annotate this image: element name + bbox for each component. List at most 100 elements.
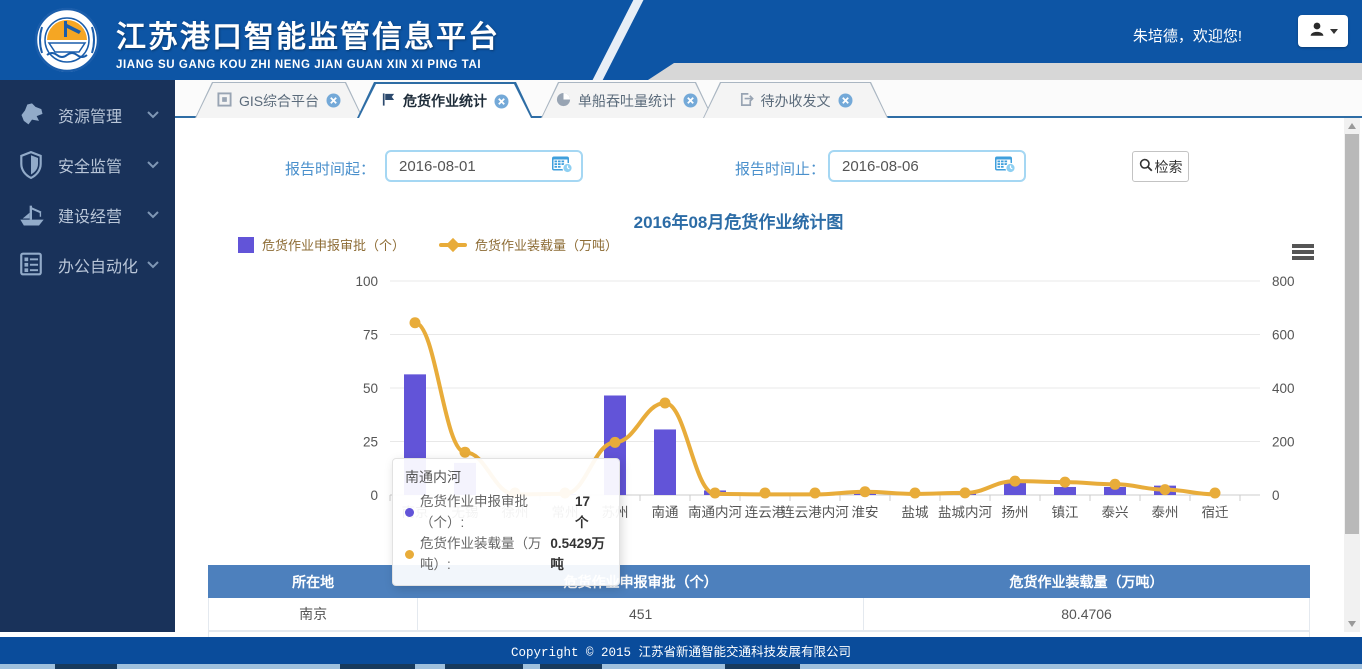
table-row: 南京45180.4706: [209, 598, 1310, 631]
user-menu-button[interactable]: [1298, 15, 1348, 47]
chevron-down-icon: [147, 206, 159, 224]
search-icon: [1139, 158, 1153, 175]
calendar-icon[interactable]: [994, 154, 1016, 179]
chart-line-point-盐城[interactable]: [910, 488, 921, 499]
chart-line-point-南通内河[interactable]: [710, 488, 721, 499]
chevron-down-icon: [147, 106, 159, 124]
chevron-down-icon: [147, 156, 159, 174]
table-header-cell: 危货作业装载量（万吨）: [864, 566, 1310, 598]
orange-dot-icon: [405, 550, 414, 559]
chart-line-point-苏州[interactable]: [610, 437, 621, 448]
close-icon[interactable]: [683, 93, 698, 108]
purple-dot-icon: [405, 508, 414, 517]
x-axis-label: 连云港内河: [781, 505, 849, 520]
chart-title: 2016年08月危货作业统计图: [175, 208, 1302, 233]
tab-bar: GIS综合平台 危货作业统计: [175, 80, 1362, 118]
y-axis-right-label: 800: [1272, 274, 1295, 289]
x-axis-label: 镇江: [1052, 505, 1079, 520]
chart-line-point-南京[interactable]: [410, 317, 421, 328]
tooltip-title: 南通内河: [405, 467, 607, 487]
table-cell: 80.4706: [864, 598, 1310, 631]
copyright-text: Copyright © 2015 江苏省新通智能交通科技发展有限公司: [511, 641, 851, 660]
report-start-input[interactable]: 2016-08-01: [385, 150, 583, 182]
tooltip-value: 0.5429万吨: [550, 534, 607, 576]
close-icon[interactable]: [494, 94, 509, 109]
chart-bar-南通[interactable]: [654, 429, 676, 495]
y-axis-left-label: 0: [370, 488, 378, 503]
flag-icon: [381, 92, 396, 110]
sidebar-item-label: 资源管理: [58, 103, 147, 127]
report-end-input[interactable]: 2016-08-06: [828, 150, 1026, 182]
y-axis-left-label: 100: [355, 274, 378, 289]
sidebar-item-office[interactable]: 办公自动化: [0, 240, 175, 290]
tab-dangerous-goods-stats[interactable]: 危货作业统计: [357, 82, 533, 118]
tab-gis-platform[interactable]: GIS综合平台: [195, 82, 363, 118]
report-start-label: 报告时间起：: [285, 158, 375, 179]
vertical-scrollbar[interactable]: [1344, 118, 1360, 632]
sidebar-item-safety[interactable]: 安全监管: [0, 140, 175, 190]
brand-block: 江苏港口智能监管信息平台 JIANG SU GANG KOU ZHI NENG …: [116, 12, 500, 71]
sidebar-item-construction[interactable]: 建设经营: [0, 190, 175, 240]
chart-line-point-连云港[interactable]: [760, 488, 771, 499]
chart-tooltip: 南通内河 危货作业申报审批（个）: 17 个 危货作业装载量（万吨）: 0.54…: [392, 458, 620, 586]
report-start-value: 2016-08-01: [399, 158, 551, 175]
legend-item-bars[interactable]: 危货作业申报审批（个）: [238, 235, 405, 254]
tab-pending-documents[interactable]: 待办收发文: [703, 82, 888, 118]
footer: Copyright © 2015 江苏省新通智能交通科技发展有限公司: [0, 637, 1362, 664]
x-axis-label: 泰州: [1152, 505, 1179, 520]
header-gray-wedge: [648, 63, 1362, 80]
search-button[interactable]: 检索: [1132, 151, 1189, 182]
header: 江苏港口智能监管信息平台 JIANG SU GANG KOU ZHI NENG …: [0, 0, 1362, 80]
scroll-down-icon[interactable]: [1348, 621, 1356, 627]
x-axis-label: 南通内河: [688, 505, 742, 520]
y-axis-left-label: 50: [363, 381, 378, 396]
table-cell: 451: [418, 598, 864, 631]
report-end-label: 报告时间止：: [735, 158, 825, 179]
table-cell: 南京: [209, 598, 418, 631]
sidebar-item-label: 办公自动化: [58, 253, 147, 277]
legend-bar-swatch: [238, 237, 254, 253]
chart-line-point-连云港内河[interactable]: [810, 488, 821, 499]
chevron-down-icon: [147, 256, 159, 274]
chart-bar-镇江[interactable]: [1054, 487, 1076, 495]
scrollbar-thumb[interactable]: [1345, 134, 1359, 534]
chart-legend: 危货作业申报审批（个） 危货作业装载量（万吨）: [238, 235, 618, 254]
chart-line-point-盐城内河[interactable]: [960, 487, 971, 498]
search-button-label: 检索: [1155, 157, 1183, 177]
chart-line-point-宿迁[interactable]: [1210, 488, 1221, 499]
report-end-value: 2016-08-06: [842, 158, 994, 175]
tooltip-row: 危货作业装载量（万吨）: 0.5429万吨: [405, 534, 607, 576]
chart-line-point-镇江[interactable]: [1060, 477, 1071, 488]
chart-line-point-淮安[interactable]: [860, 486, 871, 497]
gis-icon: [217, 92, 232, 110]
table-header-row: 所在地危货作业申报审批（个）危货作业装载量（万吨）: [209, 566, 1310, 598]
tooltip-label: 危货作业装载量（万吨）:: [420, 534, 546, 576]
chart-line-point-南通[interactable]: [660, 397, 671, 408]
legend-bar-label: 危货作业申报审批（个）: [262, 235, 405, 254]
sidebar-item-resources[interactable]: 资源管理: [0, 90, 175, 140]
x-axis-label: 盐城内河: [938, 505, 992, 520]
main-content: 报告时间起： 2016-08-01 报告时间止： 2016-08-06 检索 2…: [175, 118, 1362, 637]
doc-out-icon: [739, 92, 754, 110]
taskbar-sliver: [0, 664, 1362, 669]
calendar-icon[interactable]: [551, 154, 573, 179]
y-axis-right-label: 0: [1272, 488, 1280, 503]
app-title: 江苏港口智能监管信息平台: [116, 12, 500, 56]
close-icon[interactable]: [838, 93, 853, 108]
user-icon: [1308, 20, 1326, 43]
sidebar-item-label: 安全监管: [58, 153, 147, 177]
close-icon[interactable]: [326, 93, 341, 108]
chart-line-point-泰州[interactable]: [1160, 484, 1171, 495]
x-axis-label: 南通: [652, 505, 680, 520]
chart-line-point-无锡[interactable]: [460, 447, 471, 458]
tab-ship-throughput-stats[interactable]: 单船吞吐量统计: [541, 82, 713, 118]
chart-line-point-泰兴[interactable]: [1110, 479, 1121, 490]
tab-label: 待办收发文: [761, 91, 831, 111]
x-axis-label: 泰兴: [1102, 505, 1129, 520]
sidebar: 资源管理 安全监管 建设经营: [0, 80, 175, 632]
y-axis-right-label: 600: [1272, 328, 1295, 343]
chart-line-point-扬州[interactable]: [1010, 476, 1021, 487]
x-axis-label: 淮安: [852, 505, 879, 520]
legend-item-line[interactable]: 危货作业装载量（万吨）: [439, 235, 618, 254]
scroll-up-icon[interactable]: [1348, 123, 1356, 129]
